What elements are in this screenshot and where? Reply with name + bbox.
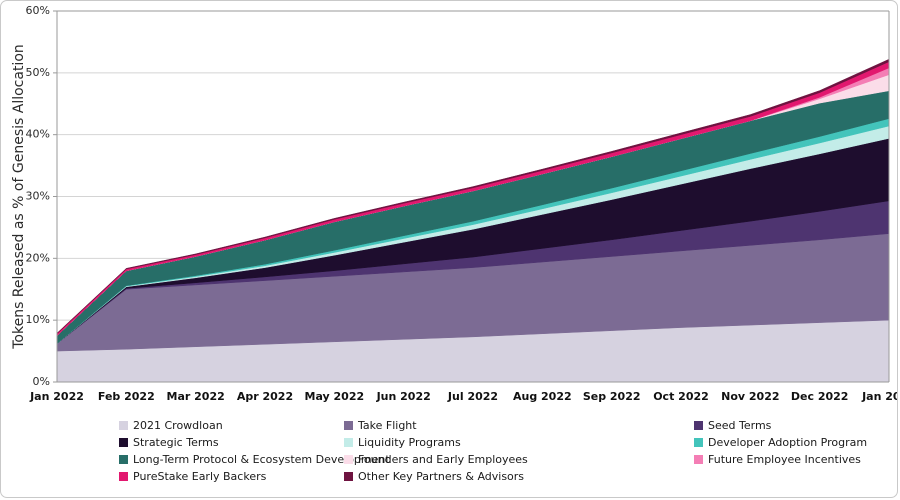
y-tick-label: 50% (26, 66, 50, 79)
y-axis-title: Tokens Released as % of Genesis Allocati… (11, 44, 27, 350)
legend-swatch-icon (344, 472, 353, 481)
x-tick-label: Aug 2022 (513, 390, 572, 403)
legend-swatch-icon (694, 438, 703, 447)
legend-item-label: Future Employee Incentives (708, 453, 861, 466)
legend-grid: 2021 Crowdloan Take Flight Seed Terms Strat… (119, 417, 887, 485)
legend-item-0[interactable]: 2021 Crowdloan (119, 417, 344, 434)
legend-swatch-icon (119, 455, 128, 464)
legend-swatch-icon (344, 438, 353, 447)
x-tick-label: Sep 2022 (583, 390, 641, 403)
legend-item-7[interactable]: Founders and Early Employees (344, 451, 694, 468)
legend-item-8[interactable]: Future Employee Incentives (694, 451, 887, 468)
legend-item-label: Seed Terms (708, 419, 772, 432)
legend-item-2[interactable]: Seed Terms (694, 417, 887, 434)
x-tick-label: Nov 2022 (721, 390, 779, 403)
legend-item-label: Other Key Partners & Advisors (358, 470, 525, 483)
y-tick-label: 40% (26, 128, 50, 141)
legend-item-label: 2021 Crowdloan (133, 419, 223, 432)
x-tick-label: Jun 2022 (376, 390, 431, 403)
legend-item-10[interactable]: Other Key Partners & Advisors (344, 468, 694, 485)
chart-plot-area: 0% 10% 20% 30% 40% 50% 60% Jan 2022 Feb 2022 Mar … (1, 1, 898, 413)
legend-item-label: Strategic Terms (133, 436, 219, 449)
chart-card: 0% 10% 20% 30% 40% 50% 60% Jan 2022 Feb 2022 Mar … (0, 0, 898, 498)
legend-item-3[interactable]: Strategic Terms (119, 434, 344, 451)
x-tick-label: Dec 2022 (791, 390, 849, 403)
legend-swatch-icon (119, 472, 128, 481)
legend-item-9[interactable]: PureStake Early Backers (119, 468, 344, 485)
x-tick-label: Jan 2023 (861, 390, 898, 403)
x-tick-label: Feb 2022 (98, 390, 155, 403)
legend-swatch-icon (119, 438, 128, 447)
y-tick-label: 10% (26, 313, 50, 326)
legend-item-5[interactable]: Developer Adoption Program (694, 434, 887, 451)
x-tick-label: Apr 2022 (237, 390, 293, 403)
legend-item-4[interactable]: Liquidity Programs (344, 434, 694, 451)
legend-swatch-icon (694, 455, 703, 464)
legend-swatch-icon (344, 421, 353, 430)
y-tick-label: 0% (33, 375, 50, 388)
legend-item-label: Developer Adoption Program (708, 436, 868, 449)
legend-item-label: PureStake Early Backers (133, 470, 267, 483)
legend-swatch-icon (694, 421, 703, 430)
legend-item-6[interactable]: Long-Term Protocol & Ecosystem Developme… (119, 451, 390, 468)
x-tick-label: May 2022 (305, 390, 365, 403)
legend-swatch-icon (119, 421, 128, 430)
x-tick-label: Oct 2022 (653, 390, 709, 403)
y-tick-label: 20% (26, 251, 50, 264)
legend-swatch-icon (344, 455, 353, 464)
legend-item-label: Take Flight (358, 419, 417, 432)
y-tick-label: 60% (26, 4, 50, 17)
x-tick-label: Jan 2022 (29, 390, 84, 403)
x-tick-label: Jul 2022 (447, 390, 498, 403)
legend-item-label: Founders and Early Employees (358, 453, 528, 466)
x-tick-label: Mar 2022 (167, 390, 225, 403)
legend-item-label: Liquidity Programs (358, 436, 461, 449)
chart-legend: 2021 Crowdloan Take Flight Seed Terms Strat… (1, 411, 897, 497)
y-tick-label: 30% (26, 190, 50, 203)
stacked-area-chart: 0% 10% 20% 30% 40% 50% 60% Jan 2022 Feb 2022 Mar … (11, 4, 898, 403)
legend-item-1[interactable]: Take Flight (344, 417, 694, 434)
